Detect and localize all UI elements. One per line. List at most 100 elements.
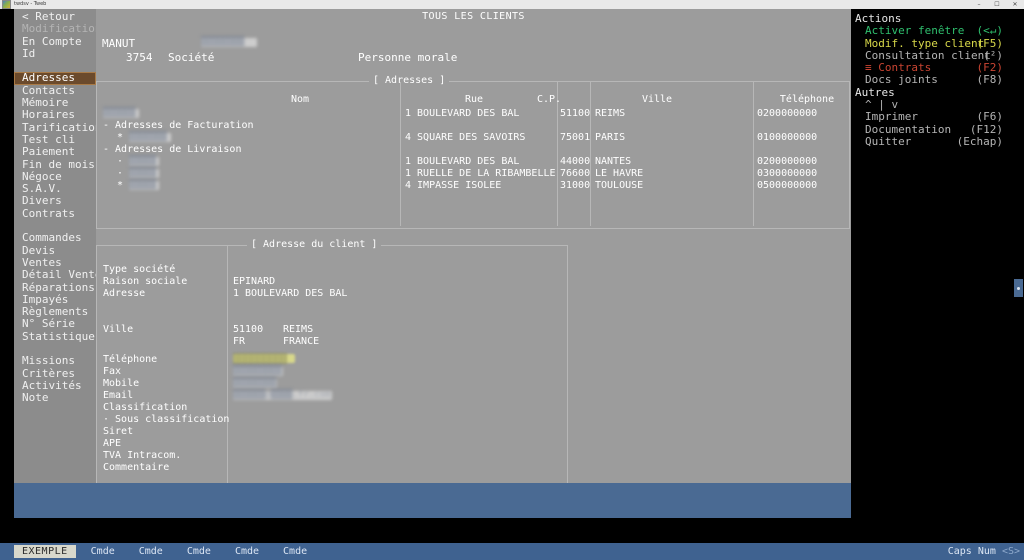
field-value[interactable]: EPINARD: [233, 276, 275, 287]
table-row[interactable]: · █████: [117, 168, 160, 180]
field-value-secondary: REIMS: [283, 324, 314, 335]
table-row[interactable]: - Adresses de Facturation: [103, 120, 254, 132]
action-label: Docs joints: [865, 73, 938, 87]
table-row[interactable]: - Adresses de Livraison: [103, 144, 241, 156]
field-label: APE: [103, 438, 122, 449]
statusbar-selected-tab[interactable]: EXEMPLE: [14, 545, 76, 558]
cell-nom: - Adresses de Livraison: [103, 144, 242, 155]
caps-indicator: Caps: [947, 546, 972, 557]
field-value-text: █████████: [233, 365, 283, 376]
sidebar-item-label: Négoce: [22, 169, 62, 183]
statusbar-tab[interactable]: Cmde: [82, 545, 124, 558]
app-icon: [2, 0, 11, 9]
row-bullet-icon: ·: [117, 168, 130, 179]
sidebar-item-label: Missions: [22, 354, 75, 368]
maximize-icon[interactable]: ☐: [988, 0, 1006, 9]
cell-rue: 1 RUELLE DE LA RIBAMBELLE: [405, 168, 556, 179]
field-label: Siret: [103, 426, 134, 437]
cell-rue: 1 BOULEVARD DES BAL: [405, 156, 520, 167]
sidebar-item-label: Test cli: [22, 132, 75, 146]
sidebar-item-note[interactable]: Note: [14, 392, 96, 404]
minimize-icon[interactable]: –: [970, 0, 988, 9]
action-label: Modif. type client: [865, 36, 985, 50]
sidebar-item-label: Horaires: [22, 108, 75, 122]
statusbar-tab[interactable]: Cmde: [226, 545, 268, 558]
field-value[interactable]: 51100: [233, 324, 263, 335]
sidebar-item-statistiques[interactable]: Statistiques: [14, 330, 101, 343]
field-value-text: 51100: [233, 324, 264, 335]
sidebar-item-label: Devis: [22, 243, 56, 257]
client-name-redacted: ████████: [201, 38, 257, 47]
column-header-c-p: C.P.: [536, 94, 562, 105]
action-label: Activer fenêtre: [865, 24, 965, 38]
sidebar-item-label: Mémoire: [22, 96, 69, 110]
field-value[interactable]: ██████@████.fr.com: [233, 390, 332, 401]
statusbar-tab[interactable]: Cmde: [274, 545, 316, 558]
cell-ville: PARIS: [595, 132, 626, 143]
sidebar-item-label: Tarification: [22, 120, 102, 134]
sidebar-item-label: Divers: [22, 194, 62, 208]
page-title: TOUS LES CLIENTS: [422, 11, 525, 22]
main-panel: TOUS LES CLIENTS MANUT ████████ 3754 Soc…: [96, 9, 851, 487]
window-titlebar: twdsv - Tweb – ☐ ✕: [0, 0, 1024, 9]
others-list: Imprimer (F6) Documentation (F12) Quitter (Ec…: [851, 111, 1011, 148]
window-controls[interactable]: – ☐ ✕: [970, 0, 1024, 9]
action-item-quitter[interactable]: Quitter (Echap): [851, 134, 1011, 148]
client-panel-divider: [227, 246, 228, 484]
sidebar-item-contrats[interactable]: Contrats: [14, 206, 96, 220]
field-value-text: 1 BOULEVARD DES BAL: [233, 288, 348, 299]
cell-nom: █████: [129, 180, 160, 190]
field-label: Classification: [103, 402, 188, 413]
client-code: MANUT: [102, 37, 136, 50]
sidebar-item-label: Contrats: [22, 206, 75, 220]
terminal-screen: < Retour Modification En Compte Id Adres…: [0, 9, 1024, 547]
adresses-panel: [ Adresses ] Nom Rue C.P. Ville Téléphone ██…: [96, 75, 850, 229]
actions-panel: Actions Activer fenêtre (<↵) Modif. type c…: [851, 9, 1011, 547]
field-label: Commentaire: [103, 462, 170, 473]
cell-nom: █████: [129, 156, 160, 166]
field-value[interactable]: █████████: [233, 354, 295, 365]
sidebar-item-label: Réparations: [22, 280, 95, 294]
scroll-handle-grip: [1017, 286, 1020, 290]
field-value[interactable]: 1 BOULEVARD DES BAL: [233, 288, 347, 299]
field-value[interactable]: ████████: [233, 378, 277, 389]
field-value-text: FR: [233, 336, 246, 347]
sidebar-item-label: Statistiques: [22, 329, 102, 343]
table-row[interactable]: * ███████: [117, 132, 172, 144]
field-label: Email: [103, 390, 134, 401]
cell-ville: NANTES: [595, 156, 632, 167]
cell-nom: ███████: [129, 132, 172, 142]
close-icon[interactable]: ✕: [1006, 0, 1024, 9]
sidebar-group-misc: Missions Critères Activités Note: [14, 355, 96, 404]
sidebar-item-label: Paiement: [22, 145, 75, 159]
cell-rue: 4 SQUARE DES SAVOIRS: [405, 132, 526, 143]
action-item-docs-joints[interactable]: Docs joints (F8): [851, 73, 1011, 87]
scroll-handle[interactable]: [1014, 279, 1023, 297]
action-label: Documentation: [865, 122, 952, 136]
sidebar-item-label: Contacts: [22, 83, 75, 97]
cell-cp: 44000: [560, 156, 591, 167]
field-label: · Sous classification: [103, 414, 230, 425]
cell-telephone: 0500000000: [757, 180, 818, 191]
action-shortcut: (F8): [976, 73, 1004, 87]
field-label: TVA Intracom.: [103, 450, 182, 461]
statusbar-tabs: Cmde Cmde Cmde Cmde Cmde: [76, 545, 316, 558]
cell-cp: 76600: [560, 168, 591, 179]
table-row[interactable]: ██████: [103, 108, 139, 120]
field-value-text: █████████: [233, 354, 295, 365]
table-row[interactable]: * █████: [117, 180, 160, 192]
client-address-panel: [ Adresse du client ] Type société Raison…: [96, 239, 568, 487]
statusbar-tab[interactable]: Cmde: [130, 545, 172, 558]
cell-nom: - Adresses de Facturation: [103, 120, 254, 131]
action-shortcut: (Echap): [956, 134, 1003, 148]
field-value[interactable]: █████████: [233, 366, 283, 377]
sidebar-item-label: Note: [22, 391, 49, 405]
field-label: Mobile: [103, 378, 140, 389]
field-value[interactable]: FR: [233, 336, 245, 347]
statusbar-tab[interactable]: Cmde: [178, 545, 220, 558]
table-row[interactable]: · █████: [117, 156, 160, 168]
cell-telephone: 0100000000: [757, 132, 818, 143]
sidebar-item-label: Règlements: [22, 305, 89, 319]
sidebar-group-documents: Commandes Devis Ventes Détail Ventes Réparat…: [14, 232, 108, 343]
column-header-nom: Nom: [290, 94, 310, 105]
